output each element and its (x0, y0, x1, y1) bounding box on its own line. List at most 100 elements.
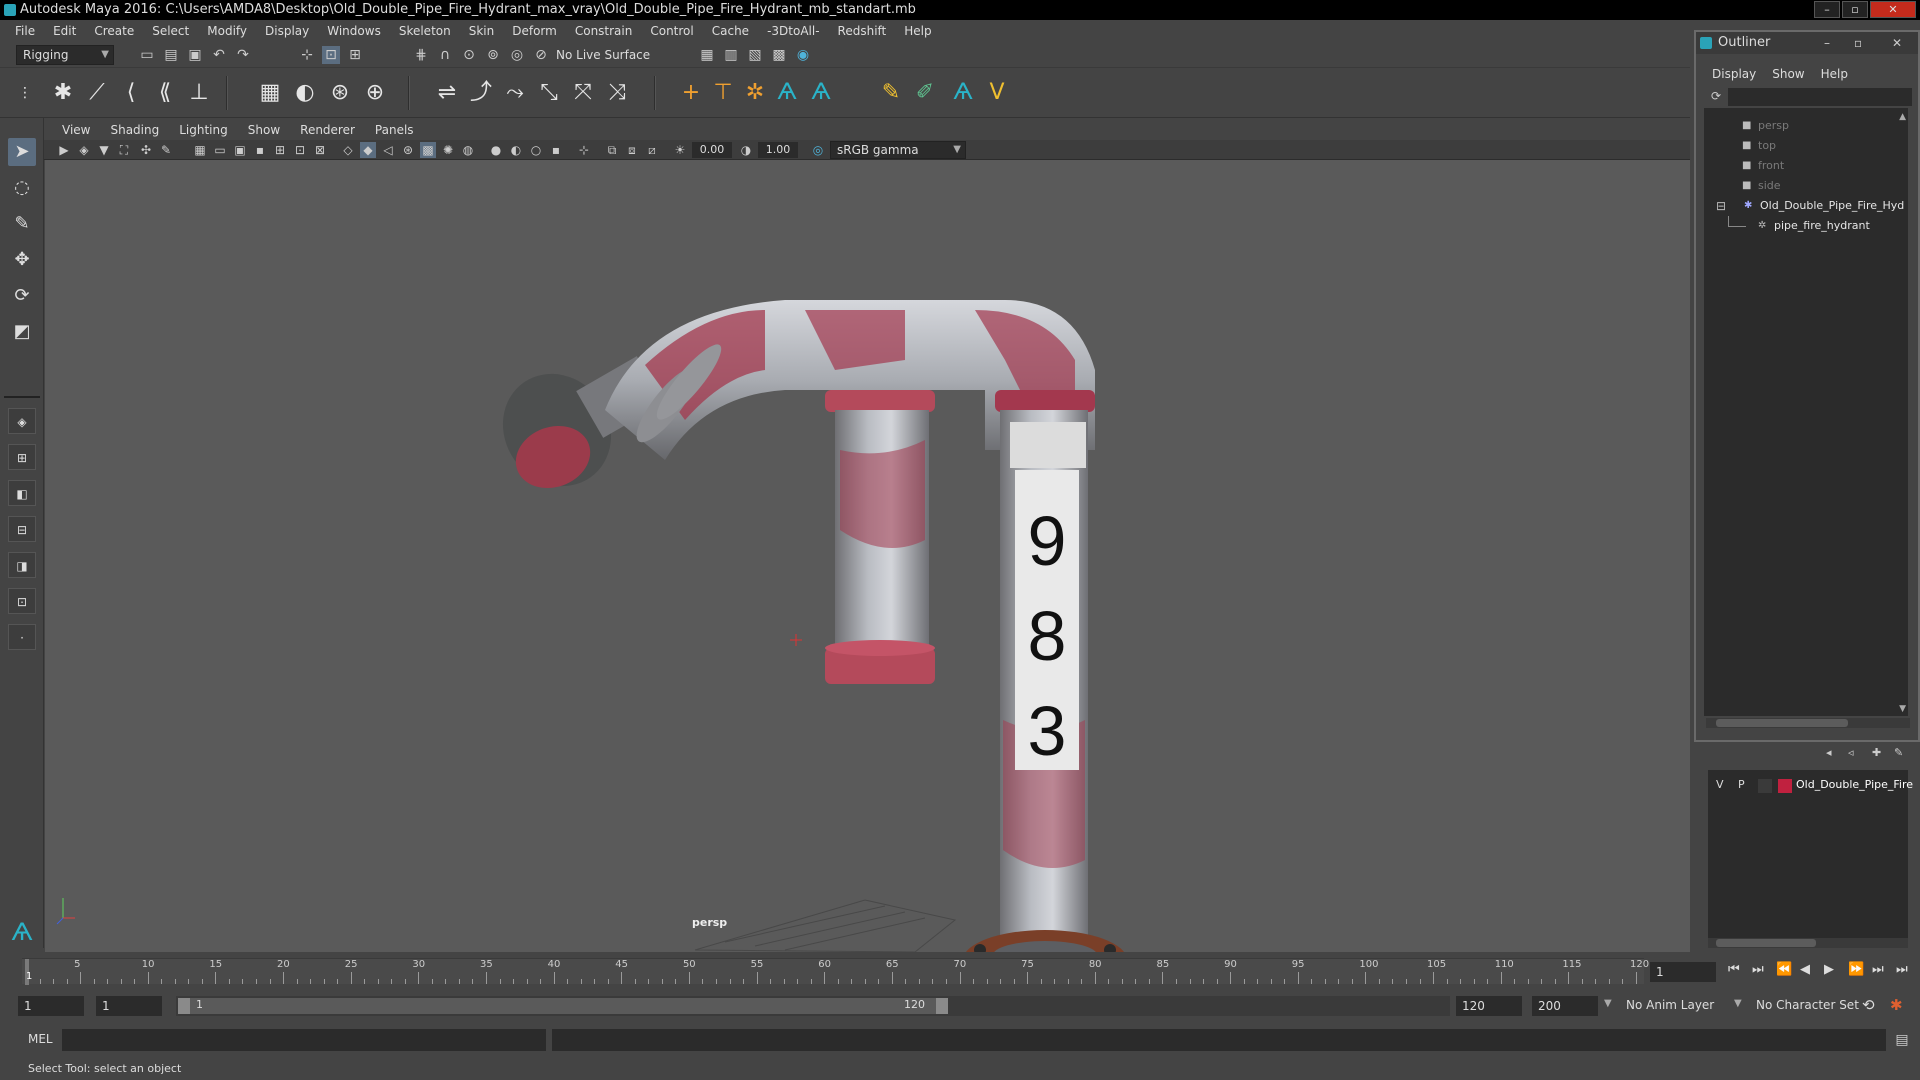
move-tool-icon[interactable]: ✥ (8, 246, 36, 274)
render-frame-icon[interactable]: ▦ (698, 46, 716, 64)
step-back-key-icon[interactable]: ⏭ (1752, 962, 1764, 977)
image-plane-icon[interactable]: ⛶ (116, 142, 132, 158)
backface-culling-icon[interactable]: ⧄ (644, 142, 660, 158)
time-slider-track[interactable]: 5 10 15 20 25 30 35 40 45 50 55 60 65 70 75 80 85 90 95 100… (22, 958, 1649, 985)
undo-icon[interactable]: ↶ (210, 46, 228, 64)
exposure-field[interactable]: 0.00 (692, 142, 732, 158)
anim-layer-dropdown[interactable]: No Anim Layer (1626, 998, 1714, 1012)
maximize-icon[interactable]: ▫ (1842, 1, 1868, 18)
snap-curve-icon[interactable]: ∩ (436, 46, 454, 64)
default-material-icon[interactable]: ⊛ (400, 142, 416, 158)
menu-constrain[interactable]: Constrain (566, 24, 642, 38)
snap-surface-icon[interactable]: ◎ (508, 46, 526, 64)
new-layer-icon[interactable]: ✚ (1872, 746, 1881, 759)
range-slider-track[interactable]: 1 120 (176, 996, 1450, 1016)
menu-create[interactable]: Create (85, 24, 143, 38)
menu-control[interactable]: Control (641, 24, 702, 38)
play-backward-icon[interactable]: ◀ (1800, 962, 1810, 977)
snap-point-icon[interactable]: ⊙ (460, 46, 478, 64)
select-tool-icon[interactable]: ➤ (8, 138, 36, 166)
menu-display[interactable]: Display (256, 24, 318, 38)
outliner-menu-help[interactable]: Help (1813, 67, 1856, 81)
scale-tool-icon[interactable]: ◩ (8, 318, 36, 346)
ik-handle-icon[interactable]: ⟋ (82, 78, 112, 108)
lasso-tool-icon[interactable]: ◌ (8, 174, 36, 202)
layer-row[interactable]: V P Old_Double_Pipe_Fire (1708, 776, 1913, 796)
menu-help[interactable]: Help (895, 24, 940, 38)
panel-menu-panels[interactable]: Panels (365, 123, 424, 137)
cluster-icon[interactable]: ⊕ (360, 78, 390, 108)
orient-constraint-icon[interactable]: ⤳ (500, 78, 530, 108)
hik-skeleton-icon[interactable]: Ѧ (806, 78, 836, 108)
anim-prefs-icon[interactable]: ✱ (1890, 996, 1903, 1014)
rotate-tool-icon[interactable]: ⟳ (8, 282, 36, 310)
select-component-icon[interactable]: ⊞ (346, 46, 364, 64)
annotation-icon[interactable]: ⊤ (708, 78, 738, 108)
lattice-icon[interactable]: ⊛ (325, 78, 355, 108)
wireframe-icon[interactable]: ◇ (340, 142, 356, 158)
safe-title-icon[interactable]: ⊠ (312, 142, 328, 158)
outliner-hscroll-thumb[interactable] (1716, 719, 1848, 727)
outliner-menu-show[interactable]: Show (1764, 67, 1812, 81)
cluster-handle-icon[interactable]: ✲ (740, 78, 770, 108)
layer-name[interactable]: Old_Double_Pipe_Fire (1796, 778, 1913, 791)
grease-pencil-icon[interactable]: ✎ (158, 142, 174, 158)
gate-mask-icon[interactable]: ▪ (252, 142, 268, 158)
persp-outliner-layout-icon[interactable]: ⊟ (8, 516, 36, 542)
menu-modify[interactable]: Modify (198, 24, 256, 38)
render-view-icon[interactable]: ◉ (794, 46, 812, 64)
joint-tool-icon[interactable]: ✱ (48, 78, 78, 108)
persp-graph-layout-icon[interactable]: ◧ (8, 480, 36, 506)
pole-vector-icon[interactable]: ⤨ (602, 78, 632, 108)
menu-edit[interactable]: Edit (44, 24, 85, 38)
viewport-persp[interactable]: 9 8 3 persp (45, 160, 1690, 952)
outliner-menu-display[interactable]: Display (1704, 67, 1764, 81)
menu-redshift[interactable]: Redshift (829, 24, 896, 38)
panel-menu-view[interactable]: View (52, 123, 100, 137)
snap-grid-icon[interactable]: ⋕ (412, 46, 430, 64)
lock-camera-icon[interactable]: ◈ (76, 142, 92, 158)
film-gate-icon[interactable]: ▭ (212, 142, 228, 158)
hypershade-icon[interactable]: ▩ (770, 46, 788, 64)
range-slider-handle[interactable]: 1 120 (178, 998, 948, 1014)
blend-shape-icon[interactable]: V (982, 78, 1012, 108)
outliner-item[interactable]: ■ side (1704, 176, 1900, 196)
two-d-pan-icon[interactable]: ✣ (138, 142, 154, 158)
shadows-icon[interactable]: ◍ (460, 142, 476, 158)
color-space-dropdown[interactable]: sRGB gamma ▼ (830, 141, 966, 159)
layer-hscroll-thumb[interactable] (1716, 939, 1816, 947)
bookmark-icon[interactable]: ▼ (96, 142, 112, 158)
outliner-filter-input[interactable] (1728, 88, 1912, 106)
select-object-icon[interactable]: ⊡ (322, 46, 340, 64)
custom-layout-icon[interactable]: · (8, 624, 36, 650)
shelf-options-icon[interactable]: ⋮ (10, 78, 40, 108)
save-scene-icon[interactable]: ▣ (186, 46, 204, 64)
outliner-item[interactable]: ■ top (1704, 136, 1900, 156)
layer-color-swatch[interactable] (1778, 779, 1792, 793)
scroll-down-icon[interactable]: ▼ (1899, 704, 1906, 714)
panel-menu-lighting[interactable]: Lighting (169, 123, 238, 137)
parent-constraint-icon[interactable]: ⤧ (568, 78, 598, 108)
panel-menu-show[interactable]: Show (238, 123, 290, 137)
color-management-icon[interactable]: ◎ (810, 142, 826, 158)
textured-icon[interactable]: ▩ (420, 142, 436, 158)
scale-constraint-icon[interactable]: ⤡ (534, 78, 564, 108)
outliner-item[interactable]: ■ front (1704, 156, 1900, 176)
close-icon[interactable]: ✕ (1870, 1, 1916, 18)
menu-cache[interactable]: Cache (703, 24, 758, 38)
range-start-grip[interactable] (178, 998, 190, 1014)
exposure-icon[interactable]: ☀ (672, 142, 688, 158)
smooth-shade-icon[interactable]: ◆ (360, 142, 376, 158)
menu-windows[interactable]: Windows (318, 24, 390, 38)
step-back-frame-icon[interactable]: ⏪ (1776, 962, 1792, 977)
layer-visibility-toggle[interactable]: V (1716, 778, 1724, 791)
screen-space-ao-icon[interactable]: ● (488, 142, 504, 158)
minimize-icon[interactable]: – (1824, 32, 1830, 54)
component-editor-icon[interactable]: ✐ (910, 78, 940, 108)
safe-action-icon[interactable]: ⊡ (292, 142, 308, 158)
current-frame-field[interactable]: 1 (1650, 962, 1716, 982)
menu-file[interactable]: File (6, 24, 44, 38)
animation-end-field[interactable]: 200 (1532, 996, 1598, 1016)
panel-menu-shading[interactable]: Shading (100, 123, 169, 137)
playback-end-field[interactable]: 120 (1456, 996, 1522, 1016)
